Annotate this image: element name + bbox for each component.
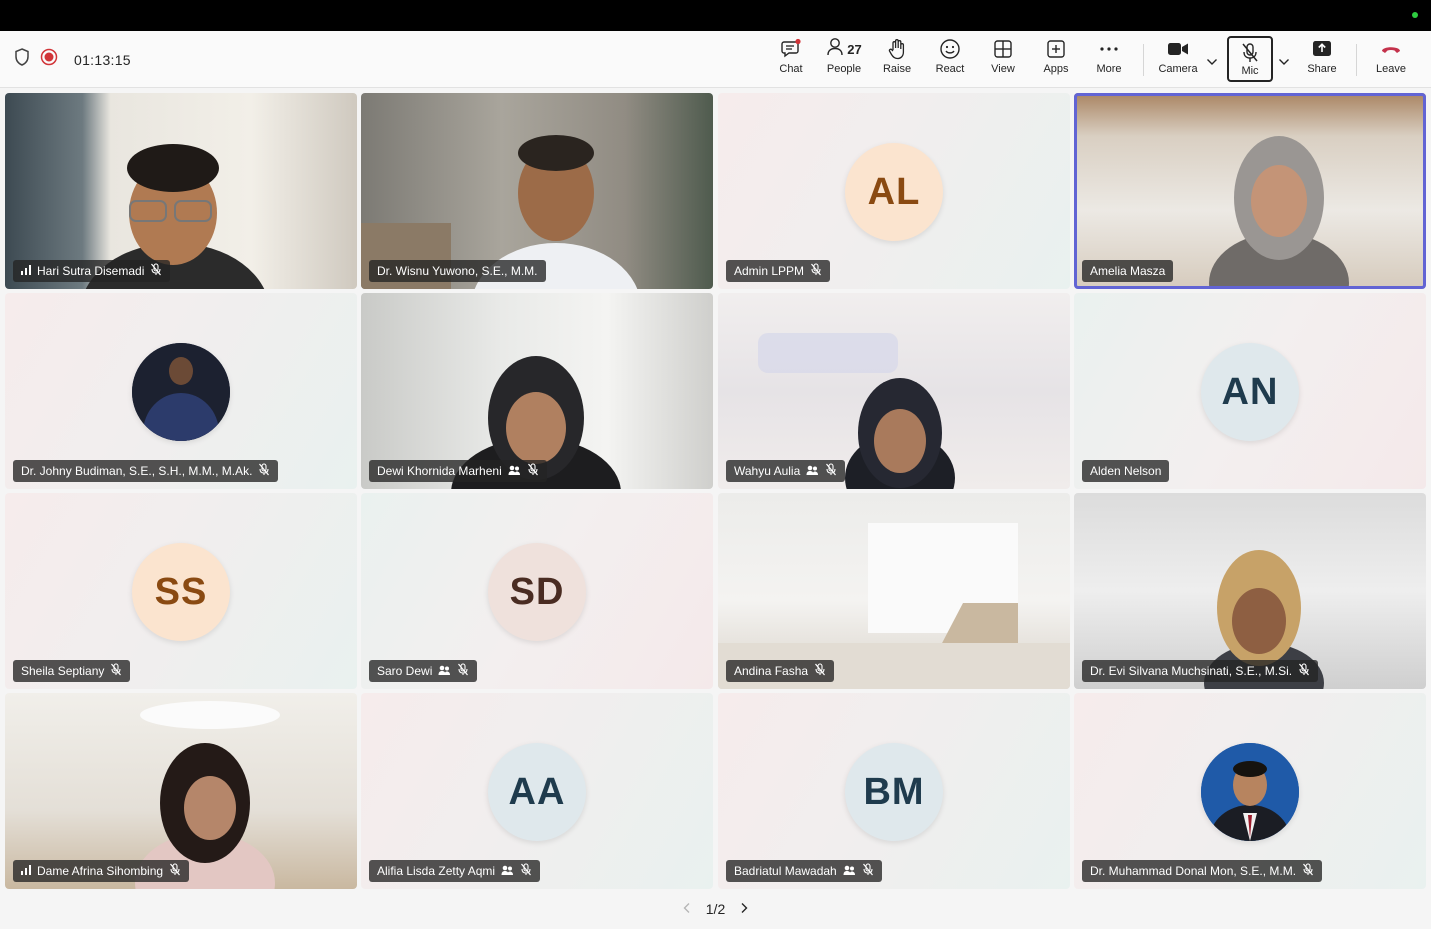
people-button[interactable]: 27 People — [823, 37, 865, 83]
participant-name-tag: Andina Fasha — [726, 660, 835, 682]
participant-tile[interactable]: Dr. Wisnu Yuwono, S.E., M.M. — [361, 93, 713, 289]
participant-avatar: AA — [488, 743, 586, 841]
chat-icon — [780, 37, 802, 61]
participant-avatar: SS — [132, 543, 230, 641]
participant-name-tag: Badriatul Mawadah — [726, 860, 882, 882]
attendee-role-icon — [843, 864, 856, 879]
participant-tile[interactable]: SS Sheila Septiany — [5, 493, 357, 689]
view-button[interactable]: View — [984, 37, 1022, 83]
mic-button[interactable]: Mic — [1227, 36, 1273, 82]
leave-button[interactable]: Leave — [1370, 37, 1412, 83]
camera-icon — [1167, 37, 1189, 61]
grid-view-icon — [993, 37, 1013, 61]
recording-icon — [40, 48, 58, 71]
camera-options-chevron-icon[interactable] — [1206, 53, 1218, 71]
mic-off-icon — [1240, 41, 1260, 65]
gallery-pager: 1/2 — [0, 897, 1431, 921]
mic-muted-icon — [150, 263, 162, 279]
participant-name-tag: Saro Dewi — [369, 660, 478, 682]
participant-tile[interactable]: BM Badriatul Mawadah — [718, 693, 1070, 889]
mic-muted-icon — [258, 463, 270, 479]
mic-muted-icon — [110, 663, 122, 679]
participant-tile[interactable]: AA Alifia Lisda Zetty Aqmi — [361, 693, 713, 889]
mic-muted-icon — [862, 863, 874, 879]
participant-profile-photo — [1201, 743, 1299, 841]
participant-tile[interactable]: Wahyu Aulia — [718, 293, 1070, 489]
signal-bars-icon — [21, 264, 31, 278]
mic-muted-icon — [169, 863, 181, 879]
participant-avatar: SD — [488, 543, 586, 641]
toolbar-divider — [1356, 44, 1357, 76]
camera-indicator-dot — [1412, 12, 1418, 18]
chat-button[interactable]: Chat — [772, 37, 810, 83]
add-app-icon — [1046, 37, 1066, 61]
system-top-bar — [0, 0, 1431, 31]
page-indicator: 1/2 — [705, 901, 726, 917]
share-button[interactable]: Share — [1302, 37, 1342, 83]
participant-tile[interactable]: SD Saro Dewi — [361, 493, 713, 689]
participant-avatar: AN — [1201, 343, 1299, 441]
attendee-role-icon — [508, 464, 521, 479]
participant-name-tag: Admin LPPM — [726, 260, 831, 282]
react-button[interactable]: React — [931, 37, 969, 83]
mic-muted-icon — [814, 663, 826, 679]
participant-tile[interactable]: Hari Sutra Disemadi — [5, 93, 357, 289]
mic-muted-icon — [457, 663, 469, 679]
people-icon — [826, 37, 844, 62]
participant-name-tag: Dame Afrina Sihombing — [13, 860, 190, 882]
meeting-timer: 01:13:15 — [74, 51, 131, 68]
participant-name-tag: Alden Nelson — [1082, 460, 1170, 482]
mic-muted-icon — [825, 463, 837, 479]
mic-muted-icon — [1298, 663, 1310, 679]
attendee-role-icon — [501, 864, 514, 879]
participant-tile[interactable]: Andina Fasha — [718, 493, 1070, 689]
meeting-status: 01:13:15 — [14, 31, 131, 88]
participant-name-tag: Dewi Khornida Marheni — [369, 460, 547, 482]
participant-tile[interactable]: Dr. Johny Budiman, S.E., S.H., M.M., M.A… — [5, 293, 357, 489]
camera-button[interactable]: Camera — [1155, 37, 1201, 83]
participant-tile[interactable]: Dr. Evi Silvana Muchsinati, S.E., M.Si. — [1074, 493, 1426, 689]
participant-name-tag: Sheila Septiany — [13, 660, 131, 682]
participant-name-tag: Dr. Johny Budiman, S.E., S.H., M.M., M.A… — [13, 460, 279, 482]
more-icon — [1099, 37, 1119, 61]
hand-icon — [887, 37, 907, 61]
mic-muted-icon — [527, 463, 539, 479]
mic-muted-icon — [810, 263, 822, 279]
participant-avatar: AL — [845, 143, 943, 241]
more-button[interactable]: More — [1090, 37, 1128, 83]
participant-tile[interactable]: Dewi Khornida Marheni — [361, 293, 713, 489]
participant-name-tag: Amelia Masza — [1082, 260, 1174, 282]
participant-tile[interactable]: AL Admin LPPM — [718, 93, 1070, 289]
share-icon — [1312, 37, 1332, 61]
participant-tile-speaking[interactable]: Amelia Masza — [1074, 93, 1426, 289]
participant-name-tag: Dr. Muhammad Donal Mon, S.E., M.M. — [1082, 860, 1323, 882]
apps-button[interactable]: Apps — [1037, 37, 1075, 83]
participant-name-tag: Dr. Wisnu Yuwono, S.E., M.M. — [369, 260, 546, 282]
participant-tile[interactable]: AN Alden Nelson — [1074, 293, 1426, 489]
participant-name-tag: Wahyu Aulia — [726, 460, 846, 482]
participant-profile-photo — [132, 343, 230, 441]
hang-up-icon — [1380, 37, 1402, 61]
raise-hand-button[interactable]: Raise — [878, 37, 916, 83]
mic-muted-icon — [1302, 863, 1314, 879]
meeting-toolbar: 01:13:15 Chat 27 People Raise React View — [0, 31, 1431, 88]
shield-icon[interactable] — [14, 48, 30, 71]
smiley-icon — [939, 37, 961, 61]
participant-tile[interactable]: Dr. Muhammad Donal Mon, S.E., M.M. — [1074, 693, 1426, 889]
next-page-icon[interactable] — [739, 901, 749, 917]
attendee-role-icon — [438, 664, 451, 679]
toolbar-divider — [1143, 44, 1144, 76]
people-count: 27 — [847, 41, 862, 57]
participant-name-tag: Alifia Lisda Zetty Aqmi — [369, 860, 541, 882]
mic-muted-icon — [520, 863, 532, 879]
mic-options-chevron-icon[interactable] — [1278, 53, 1290, 71]
participant-avatar: BM — [845, 743, 943, 841]
participant-name-tag: Hari Sutra Disemadi — [13, 260, 171, 282]
attendee-role-icon — [806, 464, 819, 479]
previous-page-icon[interactable] — [682, 901, 692, 917]
participant-tile[interactable]: Dame Afrina Sihombing — [5, 693, 357, 889]
signal-bars-icon — [21, 864, 31, 878]
participant-name-tag: Dr. Evi Silvana Muchsinati, S.E., M.Si. — [1082, 660, 1319, 682]
